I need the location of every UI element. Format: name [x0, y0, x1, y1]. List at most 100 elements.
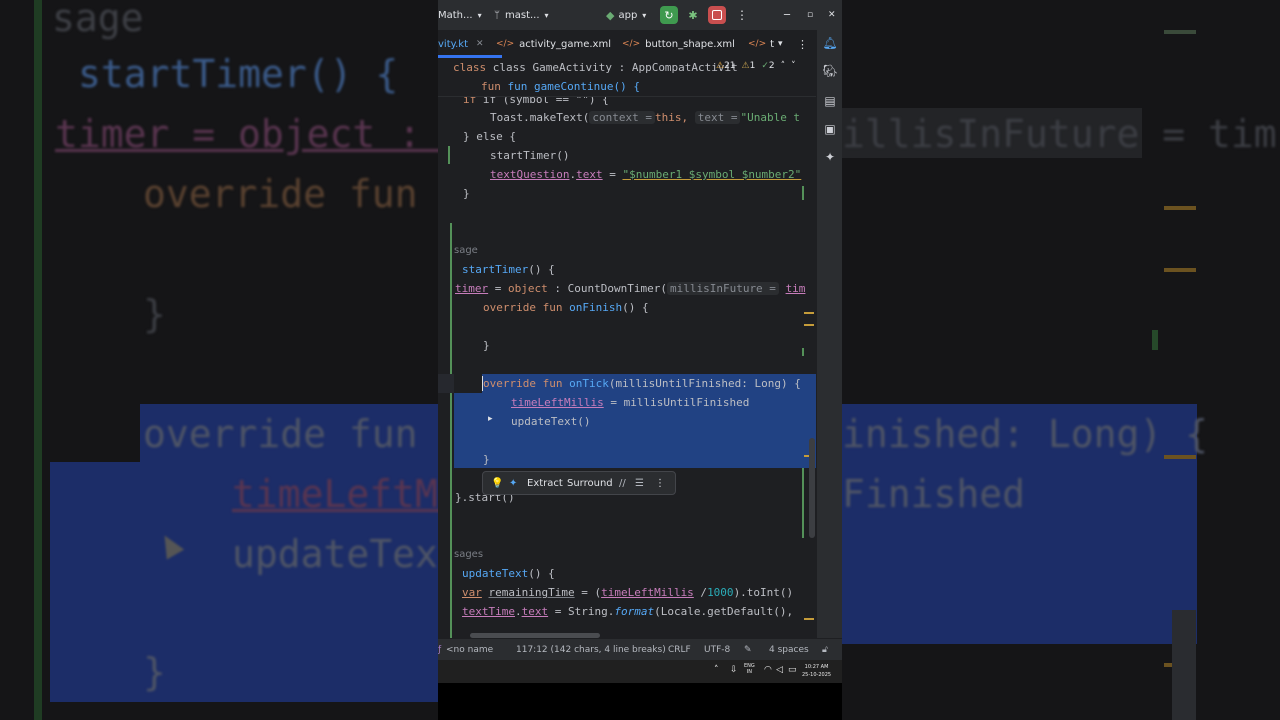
- title-bar: Math... ▾ ᛘ mast... ▾ ◆ app ▾ ↻ ✱ ⋮ ─ ▫ …: [438, 0, 842, 30]
- tabs-more-icon[interactable]: ⋮: [797, 30, 808, 58]
- running-devices-icon[interactable]: ▣: [821, 120, 839, 138]
- code-line: override fun onFinish() {: [483, 301, 649, 314]
- mouse-pointer-icon: ▸: [488, 414, 493, 424]
- typo-count: ✓2: [761, 61, 775, 71]
- debug-icon: ✱: [688, 8, 698, 22]
- more-icon[interactable]: ⋮: [736, 0, 748, 30]
- xml-file-icon: </>: [496, 39, 515, 49]
- run-config-selector[interactable]: ◆ app ▾: [606, 0, 646, 30]
- extract-button[interactable]: Extract: [527, 472, 563, 494]
- comment-button[interactable]: //: [619, 472, 626, 494]
- bg-line: override fun o: [143, 172, 438, 216]
- clock[interactable]: 10:27 AM 25-10-2025: [802, 663, 831, 679]
- bg-line: Finished: [842, 472, 1026, 516]
- close-icon[interactable]: ✕: [476, 39, 484, 49]
- bg-line: }: [143, 292, 166, 336]
- battery-icon[interactable]: ▭: [788, 665, 797, 675]
- tab-label: activity_game.xml: [519, 38, 611, 50]
- code-line: var remainingTime = (timeLeftMillis /100…: [462, 586, 794, 599]
- ai-sparkle-icon[interactable]: ✦: [509, 472, 517, 494]
- bg-line: illisInFuture = tim: [842, 112, 1277, 156]
- chevron-down-icon: ▾: [544, 10, 549, 20]
- volume-icon[interactable]: ◁: [776, 665, 783, 675]
- bg-line: timer = object : C: [55, 112, 438, 156]
- bg-line: }: [143, 650, 166, 694]
- code-line: startTimer() {: [462, 263, 555, 276]
- tab-overflow-file[interactable]: </> t: [748, 30, 774, 58]
- right-tool-strip: 🔔︎ 🐘︎ ▤ ▣ ✦: [816, 30, 842, 638]
- project-selector[interactable]: Math... ▾: [438, 0, 482, 30]
- editor-tabs: vity.kt ✕ </> activity_game.xml </> butt…: [438, 30, 842, 59]
- error-stripe-mark: [804, 324, 814, 326]
- ide-window: Math... ▾ ᛘ mast... ▾ ◆ app ▾ ↻ ✱ ⋮ ─ ▫ …: [438, 0, 842, 683]
- change-marker: [448, 146, 450, 164]
- surround-button[interactable]: Surround: [567, 472, 613, 494]
- code-line: startTimer(): [490, 149, 570, 162]
- sticky-fun-line: fun fun gameContinue() {: [481, 80, 640, 93]
- change-stripe-mark: [802, 186, 804, 200]
- reformat-icon[interactable]: ☰: [635, 472, 644, 494]
- line-separator[interactable]: CRLF: [668, 639, 691, 661]
- tab-label: button_shape.xml: [645, 38, 735, 50]
- gradle-icon[interactable]: 🐘︎: [821, 62, 839, 80]
- close-window-button[interactable]: ✕: [828, 0, 836, 30]
- unlock-icon[interactable]: 🔓︎: [822, 639, 828, 661]
- error-stripe-mark: [804, 312, 814, 314]
- floating-toolbar: 💡 ✦ Extract Surround // ☰ ⋮: [482, 471, 676, 495]
- vertical-scrollbar[interactable]: [809, 438, 815, 538]
- notifications-icon[interactable]: 🔔︎: [821, 34, 839, 52]
- language-indicator[interactable]: ENG IN: [744, 663, 755, 675]
- weak-warning-count: ⚠1: [741, 61, 756, 71]
- breadcrumb-icon: ƒ: [438, 645, 442, 655]
- indent-setting[interactable]: 4 spaces: [769, 639, 809, 661]
- sticky-class-line: class class GameActivity : AppCompatActi…: [453, 61, 738, 74]
- caret-position[interactable]: 117:12 (142 chars, 4 line breaks): [516, 639, 666, 661]
- bg-line: updateText: [232, 532, 438, 576]
- code-line: textTime.text = String.format(Locale.get…: [462, 605, 794, 618]
- code-editor[interactable]: class class GameActivity : AppCompatActi…: [438, 58, 816, 638]
- background-right-zoom: illisInFuture = tim inished: Long) { Fin…: [842, 0, 1280, 720]
- file-encoding[interactable]: UTF-8: [704, 639, 730, 661]
- minimize-button[interactable]: ─: [784, 0, 790, 30]
- chevron-up-icon[interactable]: ˄: [781, 61, 786, 71]
- device-manager-icon[interactable]: ▤: [821, 92, 839, 110]
- usages-hint[interactable]: sage: [454, 241, 478, 260]
- status-breadcrumb[interactable]: <no name: [446, 639, 493, 661]
- os-taskbar: ˄ ⇩ ENG IN ◠ ◁ ▭ 10:27 AM 25-10-2025: [438, 660, 842, 683]
- warning-count: ⚠21: [716, 61, 736, 71]
- margin-mark: [1164, 30, 1196, 34]
- chevron-down-icon[interactable]: ˅: [791, 61, 796, 71]
- bg-line: sage: [52, 0, 144, 40]
- rerun-button[interactable]: ↻: [660, 0, 678, 30]
- more-icon[interactable]: ⋮: [655, 472, 665, 494]
- project-name: Math...: [438, 9, 473, 21]
- debug-button[interactable]: ✱: [684, 0, 702, 30]
- chevron-down-icon: ▾: [642, 10, 647, 20]
- margin-mark: [1164, 268, 1196, 272]
- tab-activity-game-xml[interactable]: </> activity_game.xml: [496, 30, 611, 58]
- lightbulb-icon[interactable]: 💡: [491, 472, 503, 494]
- stop-button[interactable]: [708, 0, 726, 30]
- code-line: }: [463, 187, 470, 200]
- branch-icon: ᛘ: [494, 9, 500, 21]
- inspection-widget[interactable]: ⚠21 ⚠1 ✓2 ˄ ˅: [716, 61, 796, 71]
- tab-gameactivity[interactable]: vity.kt ✕: [438, 30, 484, 58]
- tab-button-shape-xml[interactable]: </> button_shape.xml: [622, 30, 735, 58]
- background-left-zoom: sage startTimer() { timer = object : C o…: [0, 0, 438, 720]
- status-bar: ƒ <no name 117:12 (142 chars, 4 line bre…: [438, 638, 842, 661]
- ai-code-icon[interactable]: ✎: [744, 639, 752, 661]
- usb-icon[interactable]: ⇩: [730, 665, 738, 675]
- change-marker: [450, 223, 452, 638]
- chevron-up-icon[interactable]: ˄: [714, 665, 719, 675]
- branch-selector[interactable]: ᛘ mast... ▾: [494, 0, 549, 30]
- run-config-name: app: [618, 9, 638, 21]
- bg-line: override fun o: [143, 412, 438, 456]
- wifi-icon[interactable]: ◠: [764, 665, 772, 675]
- usages-hint[interactable]: sages: [454, 545, 483, 564]
- typo-icon: ✓: [761, 61, 769, 71]
- tabs-dropdown-chevron-icon[interactable]: ▾: [778, 30, 783, 58]
- gemini-sparkle-icon[interactable]: ✦: [821, 148, 839, 166]
- sticky-fun-text: fun gameContinue() {: [507, 80, 640, 93]
- maximize-button[interactable]: ▫: [807, 0, 813, 30]
- sticky-class-text: class GameActivity : AppCompatActivit: [492, 61, 738, 74]
